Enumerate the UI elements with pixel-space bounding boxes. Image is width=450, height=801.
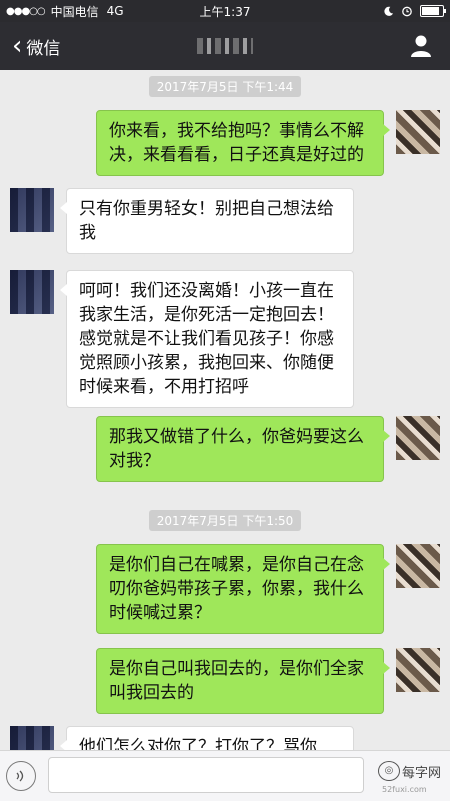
status-right-icons <box>383 0 446 22</box>
timestamp: 2017年7月5日 下午1:44 <box>0 76 450 97</box>
contact-avatar[interactable] <box>10 726 54 750</box>
network-type: 4G <box>106 4 124 18</box>
signal-strength-icon: ●●●○○ <box>6 5 46 17</box>
person-icon[interactable] <box>410 34 432 58</box>
chat-header: ‹ 微信 <box>0 22 450 70</box>
battery-icon <box>420 5 446 17</box>
watermark-url: 52fuxi.com <box>382 785 427 794</box>
message-bubble-sent[interactable]: 是你们自己在喊累，是你自己在念 叨你爸妈带孩子累，你累，我什么 时候喊过累？ <box>96 544 390 634</box>
watermark-text: 每字网 <box>402 765 442 781</box>
contact-avatar[interactable] <box>10 270 54 314</box>
voice-icon[interactable] <box>6 761 36 791</box>
timestamp: 2017年7月5日 下午1:50 <box>0 510 450 531</box>
my-avatar[interactable] <box>396 416 440 460</box>
message-bubble-received[interactable]: 呵呵！我们还没离婚！小孩一直在 我家生活，是你死活一定抱回去！ 感觉就是不让我们看见… <box>60 270 354 408</box>
message-bubble-sent[interactable]: 是你自己叫我回去的，是你们全家 叫我回去的 <box>96 648 390 714</box>
message-input[interactable] <box>48 757 364 793</box>
message-bubble-received[interactable]: 他们怎么对你了？打你了？骂你 <box>60 726 354 750</box>
my-avatar[interactable] <box>396 544 440 588</box>
carrier-name: 中国电信 <box>50 4 99 19</box>
alarm-icon <box>402 6 412 17</box>
input-bar: ◎ 每字网 52fuxi.com <box>0 750 450 801</box>
chat-title <box>0 22 450 70</box>
message-bubble-sent[interactable]: 你来看，我不给抱吗？事情么不解 决，来看看看，日子还真是好过的 <box>96 110 390 176</box>
blurred-contact-name <box>197 38 253 54</box>
my-avatar[interactable] <box>396 110 440 154</box>
my-avatar[interactable] <box>396 648 440 692</box>
message-list[interactable]: 2017年7月5日 下午1:44 你来看，我不给抱吗？事情么不解 决，来看看看，日… <box>0 70 450 750</box>
do-not-disturb-moon-icon <box>384 6 394 16</box>
watermark: ◎ 每字网 <box>378 761 441 781</box>
watermark-logo-icon: ◎ <box>378 761 400 781</box>
message-bubble-sent[interactable]: 那我又做错了什么，你爸妈要这么 对我？ <box>96 416 390 482</box>
status-bar: ●●●○○ 中国电信 4G 上午1:37 <box>0 0 450 22</box>
message-bubble-received[interactable]: 只有你重男轻女！别把自己想法给我 <box>60 188 354 254</box>
contact-avatar[interactable] <box>10 188 54 232</box>
